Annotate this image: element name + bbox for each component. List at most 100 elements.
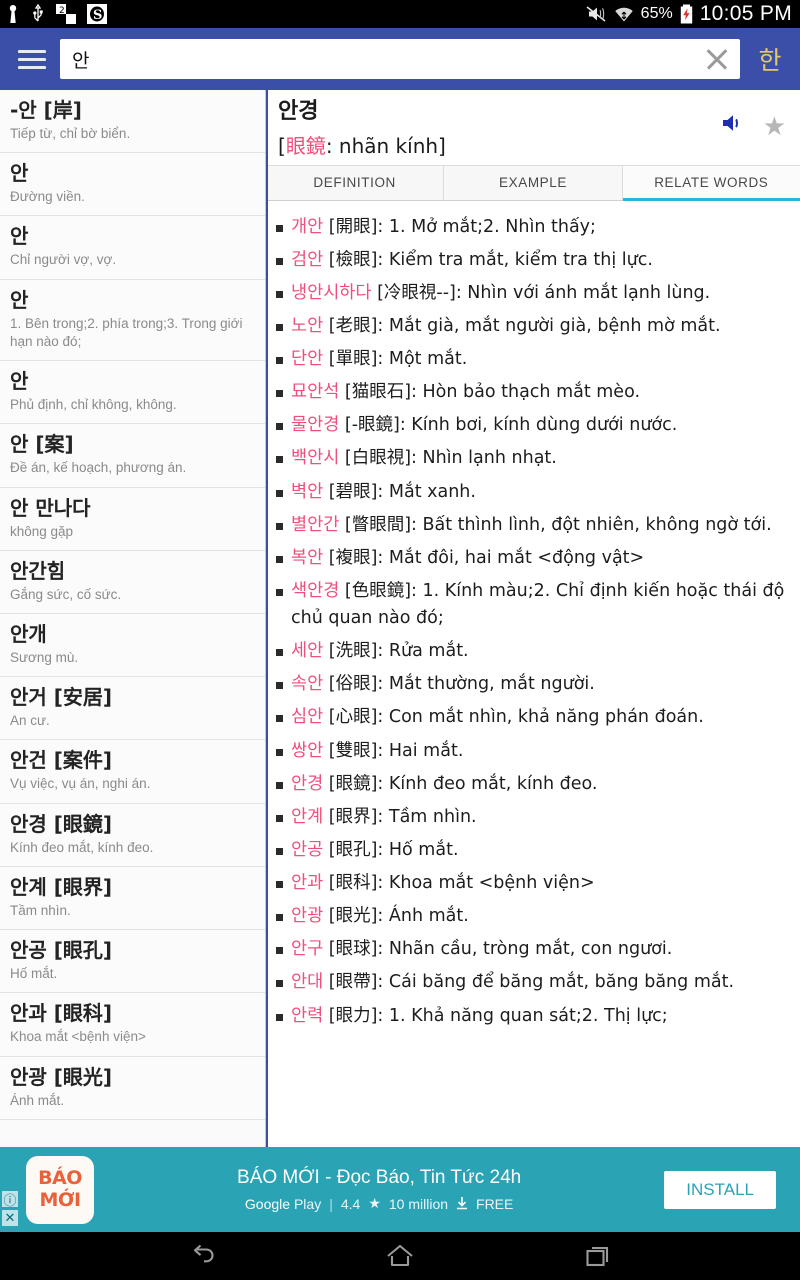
list-item[interactable]: 단안 [單眼]: Một mắt. xyxy=(274,343,790,376)
list-item[interactable]: 안거 [安居] An cư. xyxy=(0,677,265,741)
list-item[interactable]: 안 만나다 không gặp xyxy=(0,487,265,551)
list-item[interactable]: 냉안시하다 [冷眼視--]: Nhìn với ánh mắt lạnh lùn… xyxy=(274,277,790,310)
list-item[interactable]: 속안 [俗眼]: Mắt thường, mắt người. xyxy=(274,668,790,701)
list-item[interactable]: 안 Phủ định, chỉ không, không. xyxy=(0,361,265,425)
list-item[interactable]: 안공 [眼孔] Hố mắt. xyxy=(0,930,265,994)
list-item[interactable]: 별안간 [瞥眼間]: Bất thình lình, đột nhiên, kh… xyxy=(274,509,790,542)
related-word-gloss: [俗眼]: Mắt thường, mắt người. xyxy=(323,674,595,695)
ad-app-logo: BÁO MỚI xyxy=(26,1155,94,1224)
list-item[interactable]: 안광 [眼光]: Ánh mắt. xyxy=(274,900,790,933)
list-item[interactable]: 세안 [洗眼]: Rửa mắt. xyxy=(274,635,790,668)
list-item[interactable]: 안 1. Bên trong;2. phía trong;3. Trong gi… xyxy=(0,279,265,362)
list-item[interactable]: 검안 [檢眼]: Kiểm tra mắt, kiểm tra thị lực. xyxy=(274,244,790,277)
search-bar[interactable] xyxy=(60,39,740,79)
list-item[interactable]: 안경 [眼鏡] Kính đeo mắt, kính đeo. xyxy=(0,803,265,867)
list-item[interactable]: 안 Chỉ người vợ, vợ. xyxy=(0,216,265,280)
word-term: 안 [案] xyxy=(10,432,74,457)
list-item[interactable]: 노안 [老眼]: Mắt già, mắt người già, bệnh mờ… xyxy=(274,310,790,343)
related-word-text: 속안 [俗眼]: Mắt thường, mắt người. xyxy=(291,671,788,698)
tab-example[interactable]: EXAMPLE xyxy=(444,165,623,200)
ad-install-button[interactable]: INSTALL xyxy=(664,1170,776,1209)
list-item[interactable]: 안계 [眼界] Tầm nhìn. xyxy=(0,866,265,931)
list-item[interactable]: 안건 [案件] Vụ việc, vụ án, nghi án. xyxy=(0,740,265,804)
star-icon[interactable]: ★ xyxy=(763,113,786,139)
status-bar-right-icons: 65% 10:05 PM xyxy=(585,2,792,26)
bullet-icon xyxy=(276,412,284,439)
ad-store-suffix: Play xyxy=(293,1195,322,1212)
list-item[interactable]: 안계 [眼界]: Tầm nhìn. xyxy=(274,801,790,834)
word-definition: An cư. xyxy=(10,713,50,729)
related-word-korean: 별안간 xyxy=(291,514,340,535)
word-definition: Chỉ người vợ, vợ. xyxy=(10,252,117,268)
related-word-text: 안계 [眼界]: Tầm nhìn. xyxy=(291,804,788,831)
bullet-icon xyxy=(276,479,284,506)
ad-text-block: BÁO MỚI - Đọc Báo, Tin Tức 24h Google Pl… xyxy=(94,1167,664,1212)
related-word-korean: 안공 xyxy=(291,839,324,860)
related-word-text: 복안 [複眼]: Mắt đôi, hai mắt <động vật> xyxy=(291,545,788,572)
list-item[interactable]: 안공 [眼孔]: Hố mắt. xyxy=(274,834,790,867)
word-term: 안경 [眼鏡] xyxy=(10,811,113,836)
language-toggle-button[interactable]: 한 xyxy=(750,41,790,77)
list-item[interactable]: 색안경 [色眼鏡]: 1. Kính màu;2. Chỉ định kiến … xyxy=(274,575,790,635)
list-item[interactable]: 안력 [眼力]: 1. Khả năng quan sát;2. Thị lực… xyxy=(274,1000,790,1033)
ad-info-icon[interactable]: ⓘ xyxy=(2,1191,18,1209)
search-input[interactable] xyxy=(72,48,700,70)
list-item[interactable]: 안과 [眼科]: Khoa mắt <bệnh viện> xyxy=(274,867,790,900)
bullet-icon xyxy=(276,578,284,632)
recent-apps-icon[interactable] xyxy=(574,1232,622,1280)
related-word-gloss: [眼光]: Ánh mắt. xyxy=(323,906,469,927)
word-term: 안개 xyxy=(10,621,47,646)
list-item[interactable]: 복안 [複眼]: Mắt đôi, hai mắt <động vật> xyxy=(274,542,790,575)
list-item[interactable]: 묘안석 [猫眼石]: Hòn bảo thạch mắt mèo. xyxy=(274,376,790,409)
word-term: 안간힘 xyxy=(10,558,66,583)
home-icon[interactable] xyxy=(376,1232,424,1280)
ad-banner[interactable]: ⓘ ✕ BÁO MỚI BÁO MỚI - Đọc Báo, Tin Tức 2… xyxy=(0,1147,800,1232)
word-definition: Đề án, kế hoạch, phương án. xyxy=(10,460,187,476)
list-item[interactable]: 안광 [眼光] Ánh mắt. xyxy=(0,1056,265,1120)
clear-x-icon[interactable] xyxy=(700,42,734,76)
list-item[interactable]: 벽안 [碧眼]: Mắt xanh. xyxy=(274,476,790,509)
related-word-text: 안공 [眼孔]: Hố mắt. xyxy=(291,837,788,864)
ad-subtitle: Google Play | 4.4 ★ 10 million FREE xyxy=(245,1195,513,1212)
word-definition: Vụ việc, vụ án, nghi án. xyxy=(10,776,151,792)
related-word-gloss: [雙眼]: Hai mắt. xyxy=(323,740,464,761)
tab-relate-words[interactable]: RELATE WORDS xyxy=(622,165,800,201)
list-item[interactable]: 안 [案] Đề án, kế hoạch, phương án. xyxy=(0,424,265,488)
entry-header: 안경 [眼鏡: nhãn kính] ★ xyxy=(266,90,800,165)
related-words-list[interactable]: 개안 [開眼]: 1. Mở mắt;2. Nhìn thấy; 검안 [檢眼]… xyxy=(266,201,800,1148)
related-word-text: 노안 [老眼]: Mắt già, mắt người già, bệnh mờ… xyxy=(291,313,788,340)
list-item[interactable]: 안경 [眼鏡]: Kính đeo mắt, kính đeo. xyxy=(274,768,790,801)
list-item[interactable]: 안 Đường viền. xyxy=(0,153,265,217)
word-definition: Phủ định, chỉ không, không. xyxy=(10,397,177,413)
list-item[interactable]: 물안경 [-眼鏡]: Kính bơi, kính dùng dưới nước… xyxy=(274,409,790,442)
list-item[interactable]: -안 [岸] Tiếp từ, chỉ bờ biển. xyxy=(0,90,265,154)
bullet-icon xyxy=(276,738,284,765)
list-item[interactable]: 개안 [開眼]: 1. Mở mắt;2. Nhìn thấy; xyxy=(274,211,790,244)
list-item[interactable]: 쌍안 [雙眼]: Hai mắt. xyxy=(274,735,790,768)
list-item[interactable]: 안구 [眼球]: Nhãn cầu, tròng mắt, con ngươi. xyxy=(274,933,790,966)
list-item[interactable]: 안개 Sương mù. xyxy=(0,613,265,678)
list-item[interactable]: 심안 [心眼]: Con mắt nhìn, khả năng phán đoá… xyxy=(274,701,790,734)
app-badge-icon: S xyxy=(87,4,107,24)
speaker-icon[interactable] xyxy=(721,112,747,139)
related-word-korean: 물안경 xyxy=(291,415,340,436)
related-word-gloss: [眼鏡]: Kính đeo mắt, kính đeo. xyxy=(323,773,598,794)
list-item[interactable]: 백안시 [白眼視]: Nhìn lạnh nhạt. xyxy=(274,442,790,475)
word-list-panel[interactable]: -안 [岸] Tiếp từ, chỉ bờ biển. 안 Đường viề… xyxy=(0,90,266,1147)
back-icon[interactable] xyxy=(178,1232,226,1280)
related-word-korean: 단안 xyxy=(291,349,324,369)
related-word-text: 안과 [眼科]: Khoa mắt <bệnh viện> xyxy=(291,870,788,897)
list-item[interactable]: 안대 [眼帶]: Cái băng để băng mắt, băng băng… xyxy=(274,966,790,999)
list-item[interactable]: 안과 [眼科] Khoa mắt <bệnh viện> xyxy=(0,993,265,1057)
ad-price: FREE xyxy=(476,1195,514,1212)
bullet-icon xyxy=(276,671,284,698)
bullet-icon xyxy=(276,704,284,731)
related-word-korean: 안과 xyxy=(291,873,324,893)
ad-close-icon[interactable]: ✕ xyxy=(2,1210,18,1226)
tab-definition[interactable]: DEFINITION xyxy=(266,165,445,200)
hamburger-menu-icon[interactable] xyxy=(14,41,50,77)
list-item[interactable]: 안간힘 Gắng sức, cố sức. xyxy=(0,550,265,614)
related-word-korean: 개안 xyxy=(291,216,324,237)
word-term: 안 만나다 xyxy=(10,495,91,520)
related-word-korean: 묘안석 xyxy=(291,382,340,403)
